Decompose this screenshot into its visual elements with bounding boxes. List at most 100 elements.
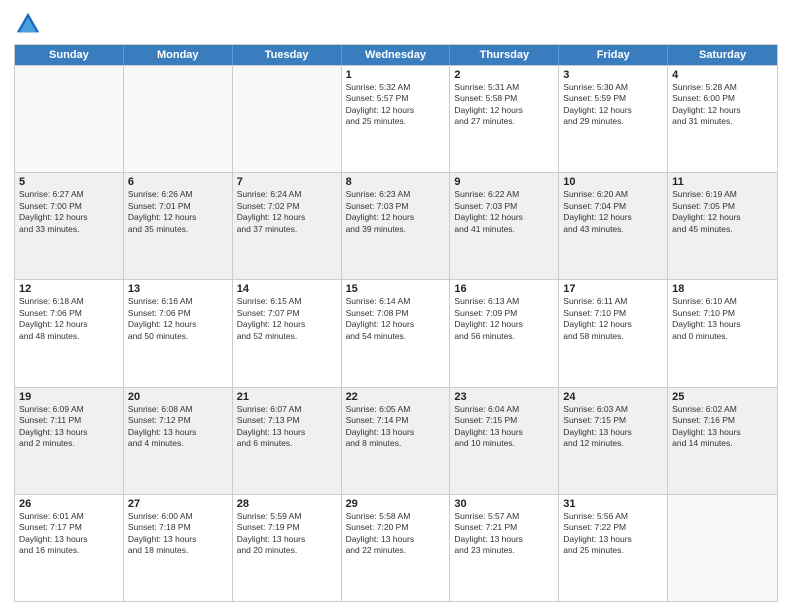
date-number: 31: [563, 498, 663, 510]
day-header-saturday: Saturday: [668, 45, 777, 65]
cell-info: Sunrise: 6:11 AM Sunset: 7:10 PM Dayligh…: [563, 296, 663, 342]
calendar-cell: 8Sunrise: 6:23 AM Sunset: 7:03 PM Daylig…: [342, 173, 451, 279]
calendar-cell: 13Sunrise: 6:16 AM Sunset: 7:06 PM Dayli…: [124, 280, 233, 386]
calendar-cell: 27Sunrise: 6:00 AM Sunset: 7:18 PM Dayli…: [124, 495, 233, 601]
calendar-cell: 17Sunrise: 6:11 AM Sunset: 7:10 PM Dayli…: [559, 280, 668, 386]
day-headers: SundayMondayTuesdayWednesdayThursdayFrid…: [15, 45, 777, 65]
calendar-cell: 18Sunrise: 6:10 AM Sunset: 7:10 PM Dayli…: [668, 280, 777, 386]
calendar-cell: 7Sunrise: 6:24 AM Sunset: 7:02 PM Daylig…: [233, 173, 342, 279]
calendar-cell: [15, 66, 124, 172]
calendar-cell: 24Sunrise: 6:03 AM Sunset: 7:15 PM Dayli…: [559, 388, 668, 494]
top-header: [14, 10, 778, 38]
calendar-cell: 11Sunrise: 6:19 AM Sunset: 7:05 PM Dayli…: [668, 173, 777, 279]
date-number: 28: [237, 498, 337, 510]
cell-info: Sunrise: 6:04 AM Sunset: 7:15 PM Dayligh…: [454, 404, 554, 450]
cell-info: Sunrise: 5:31 AM Sunset: 5:58 PM Dayligh…: [454, 82, 554, 128]
week-row-2: 5Sunrise: 6:27 AM Sunset: 7:00 PM Daylig…: [15, 172, 777, 279]
date-number: 20: [128, 391, 228, 403]
week-row-3: 12Sunrise: 6:18 AM Sunset: 7:06 PM Dayli…: [15, 279, 777, 386]
cell-info: Sunrise: 6:05 AM Sunset: 7:14 PM Dayligh…: [346, 404, 446, 450]
calendar-cell: 6Sunrise: 6:26 AM Sunset: 7:01 PM Daylig…: [124, 173, 233, 279]
week-row-4: 19Sunrise: 6:09 AM Sunset: 7:11 PM Dayli…: [15, 387, 777, 494]
calendar-cell: 12Sunrise: 6:18 AM Sunset: 7:06 PM Dayli…: [15, 280, 124, 386]
cell-info: Sunrise: 6:07 AM Sunset: 7:13 PM Dayligh…: [237, 404, 337, 450]
date-number: 21: [237, 391, 337, 403]
calendar-cell: 10Sunrise: 6:20 AM Sunset: 7:04 PM Dayli…: [559, 173, 668, 279]
calendar-cell: 28Sunrise: 5:59 AM Sunset: 7:19 PM Dayli…: [233, 495, 342, 601]
date-number: 5: [19, 176, 119, 188]
calendar-cell: 19Sunrise: 6:09 AM Sunset: 7:11 PM Dayli…: [15, 388, 124, 494]
cell-info: Sunrise: 5:56 AM Sunset: 7:22 PM Dayligh…: [563, 511, 663, 557]
cell-info: Sunrise: 6:23 AM Sunset: 7:03 PM Dayligh…: [346, 189, 446, 235]
cell-info: Sunrise: 6:26 AM Sunset: 7:01 PM Dayligh…: [128, 189, 228, 235]
cell-info: Sunrise: 6:22 AM Sunset: 7:03 PM Dayligh…: [454, 189, 554, 235]
logo: [14, 10, 46, 38]
date-number: 30: [454, 498, 554, 510]
cell-info: Sunrise: 5:59 AM Sunset: 7:19 PM Dayligh…: [237, 511, 337, 557]
cell-info: Sunrise: 6:09 AM Sunset: 7:11 PM Dayligh…: [19, 404, 119, 450]
date-number: 22: [346, 391, 446, 403]
calendar-cell: 9Sunrise: 6:22 AM Sunset: 7:03 PM Daylig…: [450, 173, 559, 279]
date-number: 11: [672, 176, 773, 188]
calendar-cell: 21Sunrise: 6:07 AM Sunset: 7:13 PM Dayli…: [233, 388, 342, 494]
calendar-body: 1Sunrise: 5:32 AM Sunset: 5:57 PM Daylig…: [15, 65, 777, 601]
cell-info: Sunrise: 6:16 AM Sunset: 7:06 PM Dayligh…: [128, 296, 228, 342]
cell-info: Sunrise: 5:32 AM Sunset: 5:57 PM Dayligh…: [346, 82, 446, 128]
date-number: 13: [128, 283, 228, 295]
day-header-thursday: Thursday: [450, 45, 559, 65]
date-number: 6: [128, 176, 228, 188]
date-number: 19: [19, 391, 119, 403]
calendar-cell: 29Sunrise: 5:58 AM Sunset: 7:20 PM Dayli…: [342, 495, 451, 601]
calendar: SundayMondayTuesdayWednesdayThursdayFrid…: [14, 44, 778, 602]
cell-info: Sunrise: 6:13 AM Sunset: 7:09 PM Dayligh…: [454, 296, 554, 342]
cell-info: Sunrise: 5:57 AM Sunset: 7:21 PM Dayligh…: [454, 511, 554, 557]
date-number: 27: [128, 498, 228, 510]
date-number: 7: [237, 176, 337, 188]
date-number: 10: [563, 176, 663, 188]
week-row-5: 26Sunrise: 6:01 AM Sunset: 7:17 PM Dayli…: [15, 494, 777, 601]
calendar-cell: 25Sunrise: 6:02 AM Sunset: 7:16 PM Dayli…: [668, 388, 777, 494]
day-header-sunday: Sunday: [15, 45, 124, 65]
date-number: 26: [19, 498, 119, 510]
day-header-monday: Monday: [124, 45, 233, 65]
date-number: 15: [346, 283, 446, 295]
calendar-cell: 31Sunrise: 5:56 AM Sunset: 7:22 PM Dayli…: [559, 495, 668, 601]
date-number: 1: [346, 69, 446, 81]
date-number: 8: [346, 176, 446, 188]
cell-info: Sunrise: 6:08 AM Sunset: 7:12 PM Dayligh…: [128, 404, 228, 450]
cell-info: Sunrise: 6:15 AM Sunset: 7:07 PM Dayligh…: [237, 296, 337, 342]
calendar-cell: 23Sunrise: 6:04 AM Sunset: 7:15 PM Dayli…: [450, 388, 559, 494]
logo-icon: [14, 10, 42, 38]
cell-info: Sunrise: 5:30 AM Sunset: 5:59 PM Dayligh…: [563, 82, 663, 128]
calendar-cell: 30Sunrise: 5:57 AM Sunset: 7:21 PM Dayli…: [450, 495, 559, 601]
calendar-cell: 15Sunrise: 6:14 AM Sunset: 7:08 PM Dayli…: [342, 280, 451, 386]
date-number: 2: [454, 69, 554, 81]
date-number: 24: [563, 391, 663, 403]
date-number: 4: [672, 69, 773, 81]
cell-info: Sunrise: 6:20 AM Sunset: 7:04 PM Dayligh…: [563, 189, 663, 235]
calendar-cell: 2Sunrise: 5:31 AM Sunset: 5:58 PM Daylig…: [450, 66, 559, 172]
day-header-tuesday: Tuesday: [233, 45, 342, 65]
calendar-cell: 1Sunrise: 5:32 AM Sunset: 5:57 PM Daylig…: [342, 66, 451, 172]
date-number: 29: [346, 498, 446, 510]
cell-info: Sunrise: 5:58 AM Sunset: 7:20 PM Dayligh…: [346, 511, 446, 557]
day-header-wednesday: Wednesday: [342, 45, 451, 65]
cell-info: Sunrise: 6:01 AM Sunset: 7:17 PM Dayligh…: [19, 511, 119, 557]
date-number: 17: [563, 283, 663, 295]
cell-info: Sunrise: 6:03 AM Sunset: 7:15 PM Dayligh…: [563, 404, 663, 450]
calendar-cell: 26Sunrise: 6:01 AM Sunset: 7:17 PM Dayli…: [15, 495, 124, 601]
cell-info: Sunrise: 6:10 AM Sunset: 7:10 PM Dayligh…: [672, 296, 773, 342]
page: SundayMondayTuesdayWednesdayThursdayFrid…: [0, 0, 792, 612]
cell-info: Sunrise: 6:19 AM Sunset: 7:05 PM Dayligh…: [672, 189, 773, 235]
calendar-cell: 20Sunrise: 6:08 AM Sunset: 7:12 PM Dayli…: [124, 388, 233, 494]
cell-info: Sunrise: 6:00 AM Sunset: 7:18 PM Dayligh…: [128, 511, 228, 557]
date-number: 25: [672, 391, 773, 403]
cell-info: Sunrise: 6:27 AM Sunset: 7:00 PM Dayligh…: [19, 189, 119, 235]
date-number: 12: [19, 283, 119, 295]
calendar-cell: 5Sunrise: 6:27 AM Sunset: 7:00 PM Daylig…: [15, 173, 124, 279]
cell-info: Sunrise: 6:02 AM Sunset: 7:16 PM Dayligh…: [672, 404, 773, 450]
calendar-cell: 3Sunrise: 5:30 AM Sunset: 5:59 PM Daylig…: [559, 66, 668, 172]
cell-info: Sunrise: 5:28 AM Sunset: 6:00 PM Dayligh…: [672, 82, 773, 128]
calendar-cell: [668, 495, 777, 601]
calendar-cell: [124, 66, 233, 172]
